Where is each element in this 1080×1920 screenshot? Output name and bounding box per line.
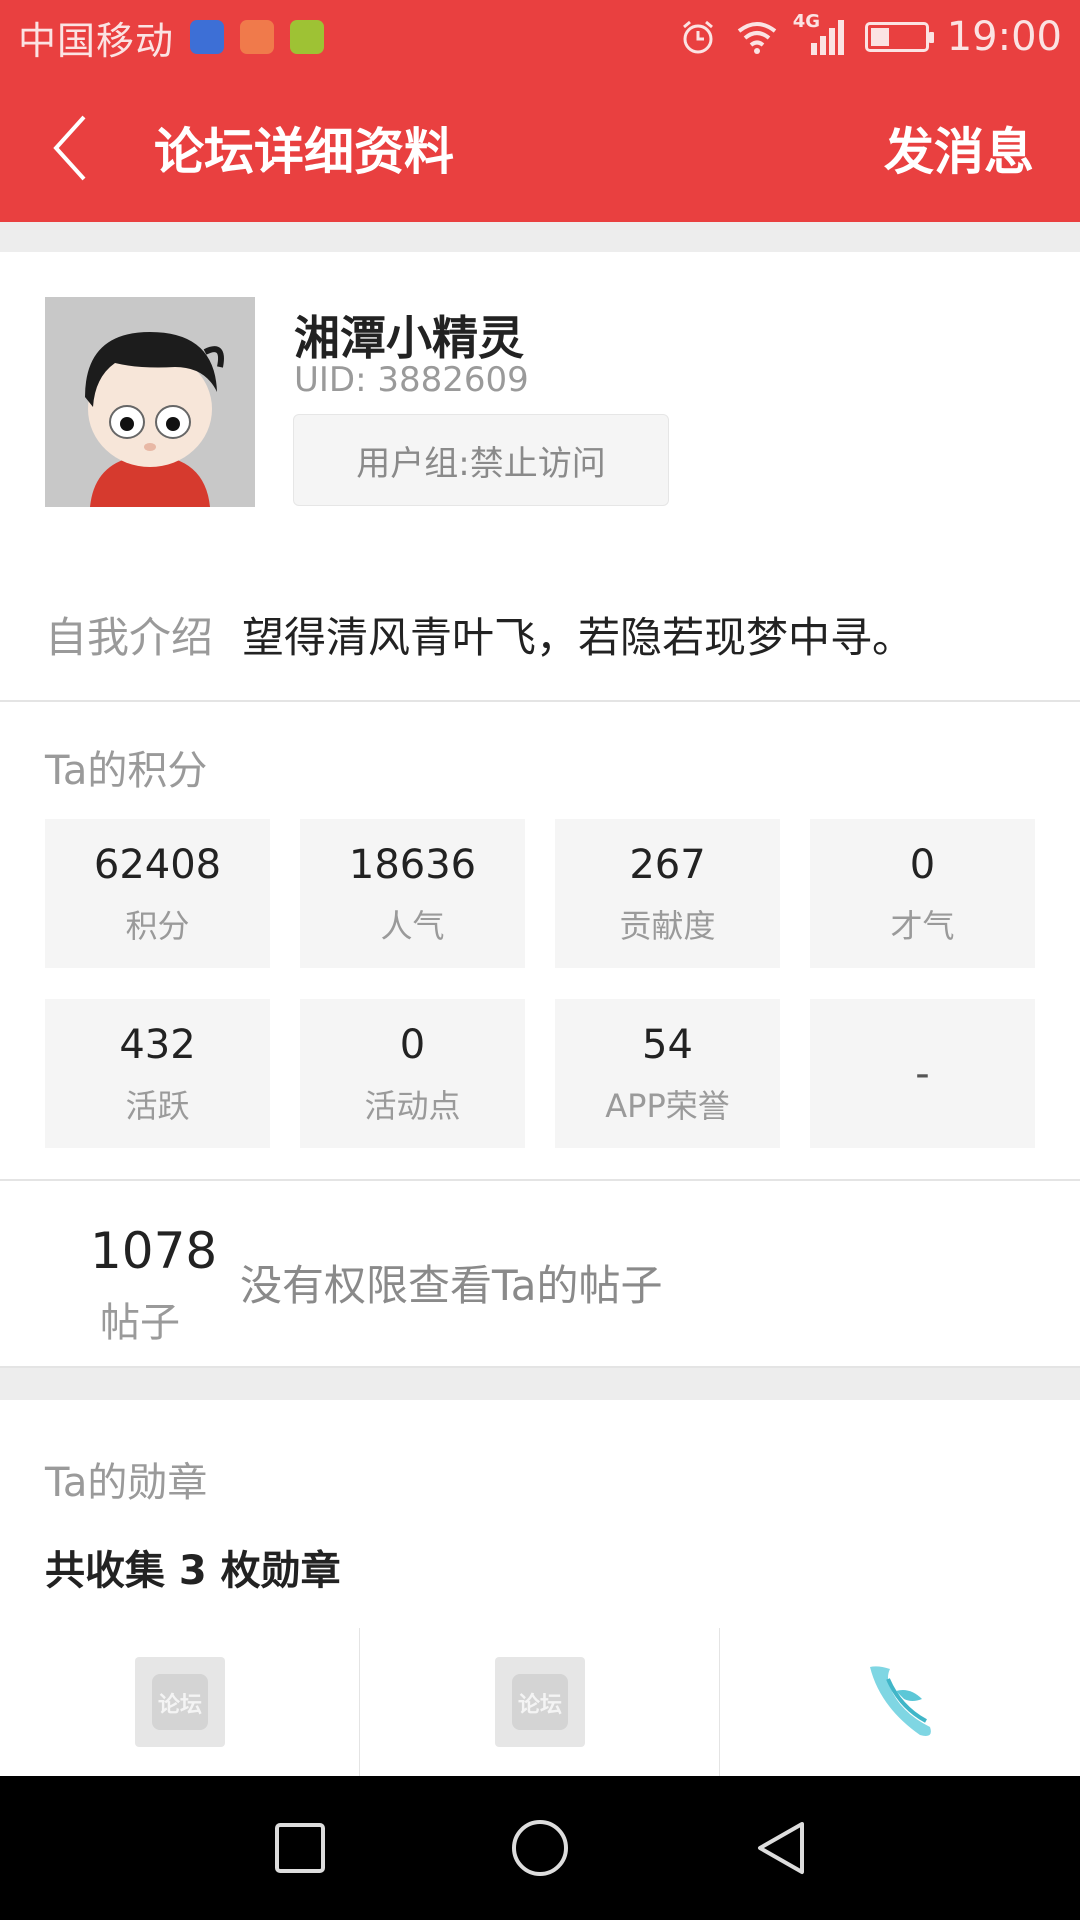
score-cell: 62408 积分 xyxy=(45,819,270,968)
score-cell: 0 才气 xyxy=(810,819,1035,968)
score-value: 267 xyxy=(629,841,706,888)
intro-label: 自我介绍 xyxy=(45,613,214,662)
mail-app-icon xyxy=(240,20,275,54)
forum-medal-icon: 论坛 xyxy=(495,1657,585,1747)
back-button[interactable] xyxy=(40,108,100,188)
back-triangle-icon xyxy=(758,1822,804,1874)
recent-apps-icon xyxy=(275,1823,325,1873)
forum-medal-icon: 论坛 xyxy=(135,1657,225,1747)
score-label: 活跃 xyxy=(125,1086,190,1125)
avatar[interactable] xyxy=(45,297,255,507)
score-value: 0 xyxy=(909,841,936,888)
score-label: 积分 xyxy=(125,906,190,945)
wing-medal-icon xyxy=(870,1666,931,1736)
divider xyxy=(0,1179,1080,1181)
wifi-icon xyxy=(737,22,776,54)
score-label: 人气 xyxy=(380,906,445,945)
score-value: 432 xyxy=(119,1021,196,1068)
score-value: 0 xyxy=(399,1021,426,1068)
divider xyxy=(0,700,1080,702)
posts-permission-message: 没有权限查看Ta的帖子 xyxy=(240,1261,663,1310)
score-value: - xyxy=(915,1050,930,1097)
score-cell: 54 APP荣誉 xyxy=(555,999,780,1148)
send-message-button[interactable]: 发消息 xyxy=(884,112,1034,184)
score-cell: 18636 人气 xyxy=(300,819,525,968)
profile-card: 湘潭小精灵 UID: 3882609 用户组:禁止访问 自我介绍 望得清风青叶飞… xyxy=(0,252,1080,702)
posts-label: 帖子 xyxy=(100,1300,180,1346)
medal-text: 论坛 xyxy=(518,1692,562,1718)
screen: 中国移动 4G 19:00 论坛详细资料 发消息 湘潭小精灵 UID: 3882… xyxy=(0,0,1080,1920)
alarm-icon xyxy=(682,20,713,54)
page-title: 论坛详细资料 xyxy=(154,123,454,181)
home-icon xyxy=(512,1820,568,1876)
medal-item[interactable]: 论坛 xyxy=(0,1628,360,1776)
chat-app-icon xyxy=(290,20,325,54)
recent-apps-button[interactable] xyxy=(240,1798,360,1898)
cellular-signal-icon: 4G xyxy=(793,11,847,57)
medals-summary: 共收集 3 枚勋章 xyxy=(45,1548,341,1594)
user-group-badge: 用户组:禁止访问 xyxy=(293,414,669,506)
wifi-signal-app-icon xyxy=(190,20,225,54)
score-label: 才气 xyxy=(890,906,955,945)
medal-text: 论坛 xyxy=(158,1692,202,1718)
user-id: UID: 3882609 xyxy=(294,360,529,400)
clock: 19:00 xyxy=(946,14,1062,60)
back-nav-button[interactable] xyxy=(720,1798,840,1898)
title-bar: 论坛详细资料 发消息 xyxy=(0,74,1080,222)
score-label: APP荣誉 xyxy=(605,1086,730,1125)
medal-item[interactable] xyxy=(720,1628,1080,1776)
carrier-label: 中国移动 xyxy=(18,18,175,63)
intro-text: 望得清风青叶飞，若隐若现梦中寻。 xyxy=(242,613,915,662)
score-label: 活动点 xyxy=(364,1086,461,1125)
score-value: 18636 xyxy=(348,841,477,888)
chevron-left-icon xyxy=(53,115,86,181)
scores-section-label: Ta的积分 xyxy=(45,748,208,794)
score-value: 62408 xyxy=(93,841,222,888)
medal-item[interactable]: 论坛 xyxy=(360,1628,720,1776)
score-cell: - xyxy=(810,999,1035,1148)
system-nav-bar xyxy=(0,1776,1080,1920)
medals-section-label: Ta的勋章 xyxy=(45,1460,208,1506)
section-gap xyxy=(0,222,1080,252)
score-cell: 432 活跃 xyxy=(45,999,270,1148)
posts-count: 1078 xyxy=(90,1222,218,1280)
battery-icon xyxy=(864,22,934,52)
score-value: 54 xyxy=(642,1021,693,1068)
status-bar: 中国移动 4G 19:00 xyxy=(0,0,1080,74)
score-label: 贡献度 xyxy=(619,906,716,945)
score-cell: 0 活动点 xyxy=(300,999,525,1148)
section-gap xyxy=(0,1368,1080,1400)
username: 湘潭小精灵 xyxy=(294,311,524,365)
home-button[interactable] xyxy=(480,1798,600,1898)
score-cell: 267 贡献度 xyxy=(555,819,780,968)
